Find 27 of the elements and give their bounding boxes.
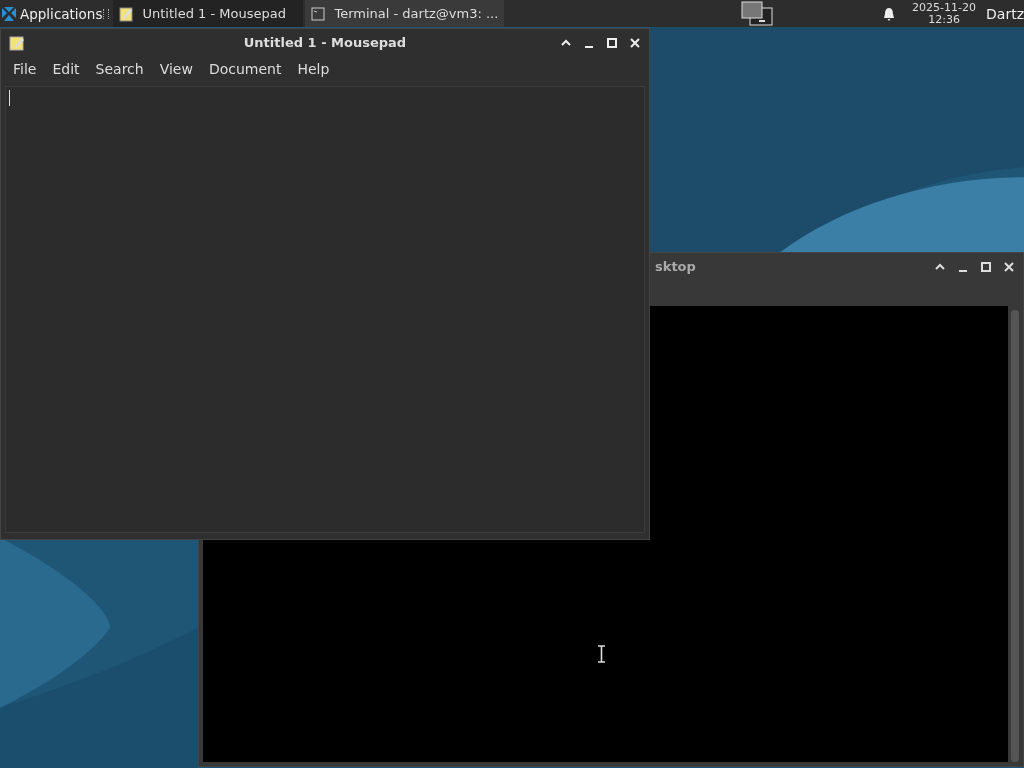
menu-item[interactable]: File [5, 61, 45, 77]
user-name[interactable]: Dartz [986, 5, 1024, 22]
window-title: Untitled 1 - Mousepad [242, 35, 408, 50]
text-caret [9, 90, 10, 106]
menu-item[interactable]: Search [87, 61, 152, 77]
scrollbar[interactable] [1011, 310, 1019, 762]
workspace-switcher-icon[interactable] [740, 0, 775, 27]
menu-item[interactable]: Help [289, 61, 338, 77]
window-title: sktop [655, 259, 696, 274]
menu-item[interactable]: View [151, 61, 201, 77]
close-icon[interactable] [629, 37, 641, 49]
notepad-icon [119, 5, 134, 22]
maximize-icon[interactable] [606, 37, 618, 49]
close-icon[interactable] [1003, 261, 1015, 273]
drag-handle-icon [103, 8, 110, 19]
terminal-icon [311, 6, 326, 21]
menu-item[interactable]: Document [200, 61, 290, 77]
menu-item[interactable]: Edit [44, 61, 88, 77]
notification-bell-icon[interactable] [882, 6, 897, 21]
taskbar-button[interactable]: Untitled 1 - Mousepad [113, 0, 304, 27]
logo-icon [1, 5, 17, 22]
taskbar-button[interactable]: Terminal - dartz@vm3: ... [305, 0, 505, 27]
clock[interactable]: 2025-11-20 12:36 [912, 1, 977, 26]
applications-menu-button[interactable]: Applications [0, 0, 104, 27]
notepad-icon [9, 34, 25, 51]
maximize-icon[interactable] [980, 261, 992, 273]
text-cursor-icon [597, 645, 606, 663]
